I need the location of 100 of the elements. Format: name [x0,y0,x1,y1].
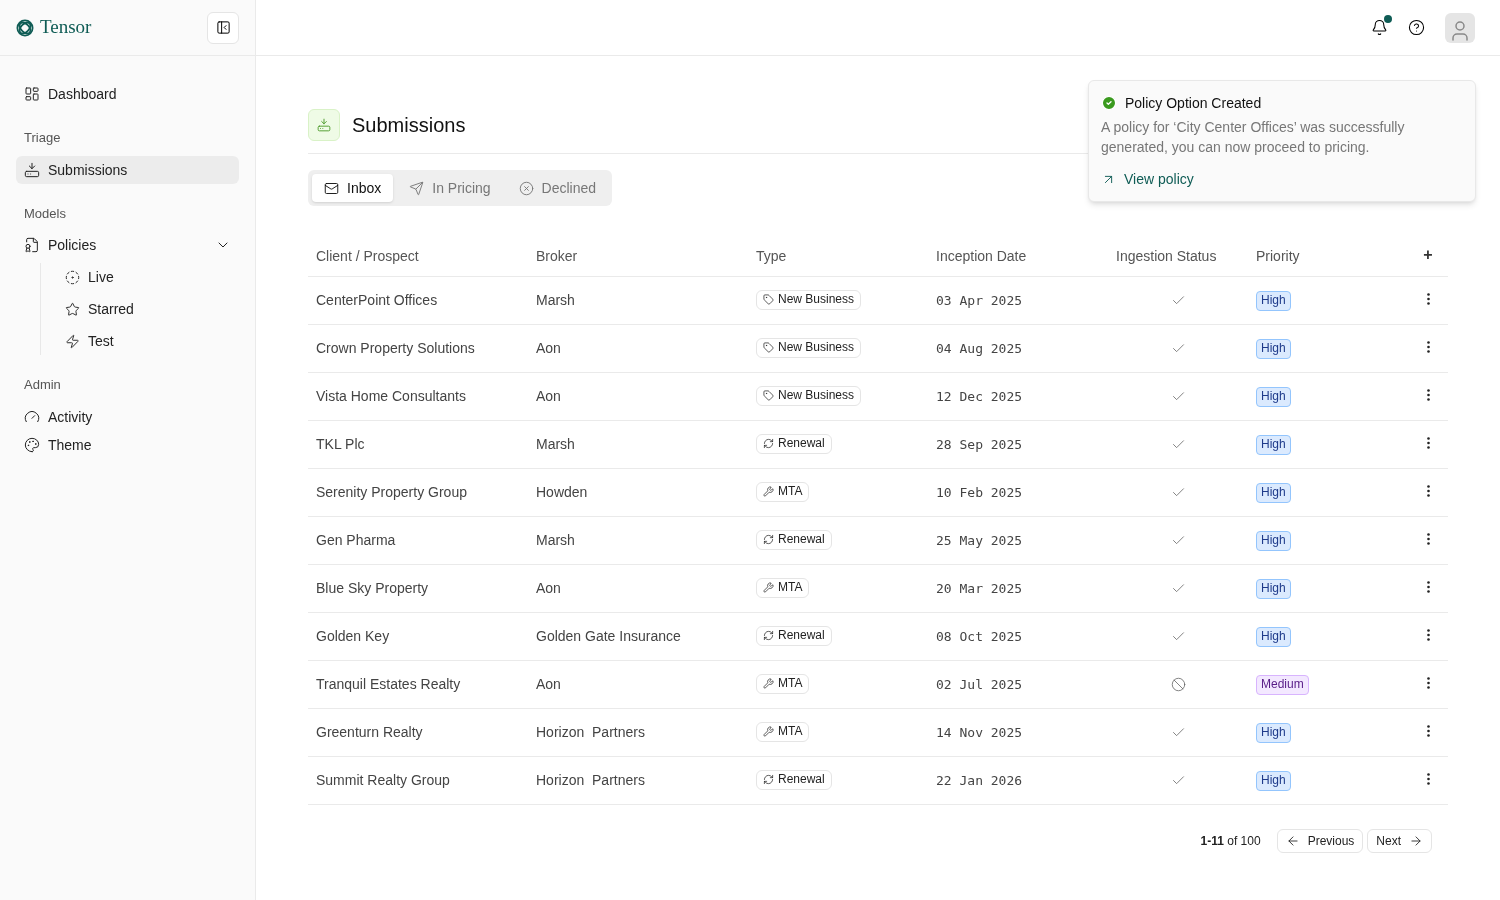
row-menu-button[interactable] [1426,533,1430,545]
broker-name: Aon [536,388,561,404]
priority-badge: High [1256,722,1291,743]
client-name: Vista Home Consultants [316,388,466,404]
broker-name: Marsh [536,436,575,452]
tab[interactable]: In Pricing [397,174,503,202]
row-menu-button[interactable] [1426,725,1430,737]
row-menu-button[interactable] [1426,437,1430,449]
sidebar-item[interactable]: Policies [16,231,239,259]
tab[interactable]: Inbox [312,174,394,202]
client-name: Greenturn Realty [316,724,423,740]
section-heading: Triage [23,129,62,147]
inception-date: 03 Apr 2025 [936,292,1023,308]
tag-icon [763,342,774,354]
inception-date: 08 Oct 2025 [936,628,1023,644]
previous-button[interactable]: Previous [1276,828,1364,853]
type-tag: Renewal [756,529,832,550]
row-menu-button[interactable] [1426,389,1430,401]
row-menu-button[interactable] [1426,341,1430,353]
broker-name: Aon [536,676,561,692]
add-column-button[interactable]: + [1423,244,1433,268]
more-icon [1426,773,1430,785]
broker-name: Marsh [536,532,575,548]
type-tag: MTA [756,481,810,502]
priority-badge: High [1256,530,1291,551]
palette-icon [24,436,40,453]
type-tag: Renewal [756,625,832,646]
column-header: Inception Date [936,247,1027,264]
more-icon [1426,629,1430,641]
inception-date: 10 Feb 2025 [936,484,1023,500]
view-policy-link[interactable]: View policy [1101,169,1194,189]
type-tag: MTA [756,673,810,694]
type-tag: MTA [756,721,810,742]
mail-icon [324,180,339,196]
priority-badge: High [1256,626,1291,647]
gauge-icon [24,408,40,425]
section-heading: Admin [23,376,62,394]
avatar[interactable] [1445,12,1475,43]
client-name: TKL Plc [316,436,365,452]
sidebar-item[interactable]: Theme [16,430,239,459]
wrench-icon [763,486,774,498]
priority-badge: High [1256,770,1291,791]
row-menu-button[interactable] [1426,293,1430,305]
column-header: Ingestion Status [1116,247,1217,264]
notifications-icon[interactable] [1371,19,1388,36]
row-menu-button[interactable] [1426,677,1430,689]
column-header: Type [756,247,787,264]
inception-date: 12 Dec 2025 [936,388,1023,404]
inception-date: 02 Jul 2025 [936,676,1023,692]
column-header: Broker [536,247,578,264]
more-icon [1426,485,1430,497]
priority-badge: High [1256,290,1291,311]
dashboard-icon [24,86,40,102]
refresh-icon [763,630,774,642]
sidebar-item[interactable]: Test [57,327,239,355]
inception-date: 04 Aug 2025 [936,340,1023,356]
broker-name: Golden Gate Insurance [536,628,681,644]
star-icon [65,301,80,317]
priority-badge: High [1256,386,1291,407]
tab[interactable]: Declined [506,174,609,202]
row-menu-button[interactable] [1426,629,1430,641]
broker-name: Marsh [536,292,575,308]
type-tag: Renewal [756,769,832,790]
more-icon [1426,389,1430,401]
row-menu-button[interactable] [1426,485,1430,497]
logo-icon [16,18,34,37]
row-menu-button[interactable] [1426,773,1430,785]
page-title: Submissions [352,113,466,138]
column-header: Priority [1256,247,1300,264]
wrench-icon [763,726,774,738]
pagination-range: 1-11 of 100 [1200,832,1261,850]
row-menu-button[interactable] [1426,581,1430,593]
help-icon[interactable] [1408,19,1425,36]
client-name: Tranquil Estates Realty [316,676,461,692]
more-icon [1426,437,1430,449]
more-icon [1426,581,1430,593]
type-tag: New Business [756,385,862,406]
sidebar-item[interactable]: Starred [57,295,239,323]
success-icon [1101,95,1117,111]
arrow-left-icon [1285,833,1300,848]
send-icon [409,180,425,196]
sidebar-item[interactable]: Activity [16,402,239,431]
next-button[interactable]: Next [1367,828,1432,853]
sidebar-item[interactable]: Live [57,263,239,291]
wrench-icon [763,582,774,594]
inception-date: 20 Mar 2025 [936,580,1023,596]
document-badge-icon [24,237,40,253]
priority-badge: High [1256,434,1291,455]
client-name: Serenity Property Group [316,484,467,500]
more-icon [1426,677,1430,689]
client-name: Blue Sky Property [316,580,429,596]
inception-date: 22 Jan 2026 [936,772,1023,788]
inception-date: 14 Nov 2025 [936,724,1023,740]
wrench-icon [763,678,774,690]
priority-badge: Medium [1256,674,1309,695]
sidebar-item[interactable]: Dashboard [16,80,239,108]
more-icon [1426,341,1430,353]
sidebar-item[interactable]: Submissions [16,155,239,184]
collapse-sidebar-button[interactable] [207,11,239,44]
broker-name: Horizon Partners [536,772,645,788]
